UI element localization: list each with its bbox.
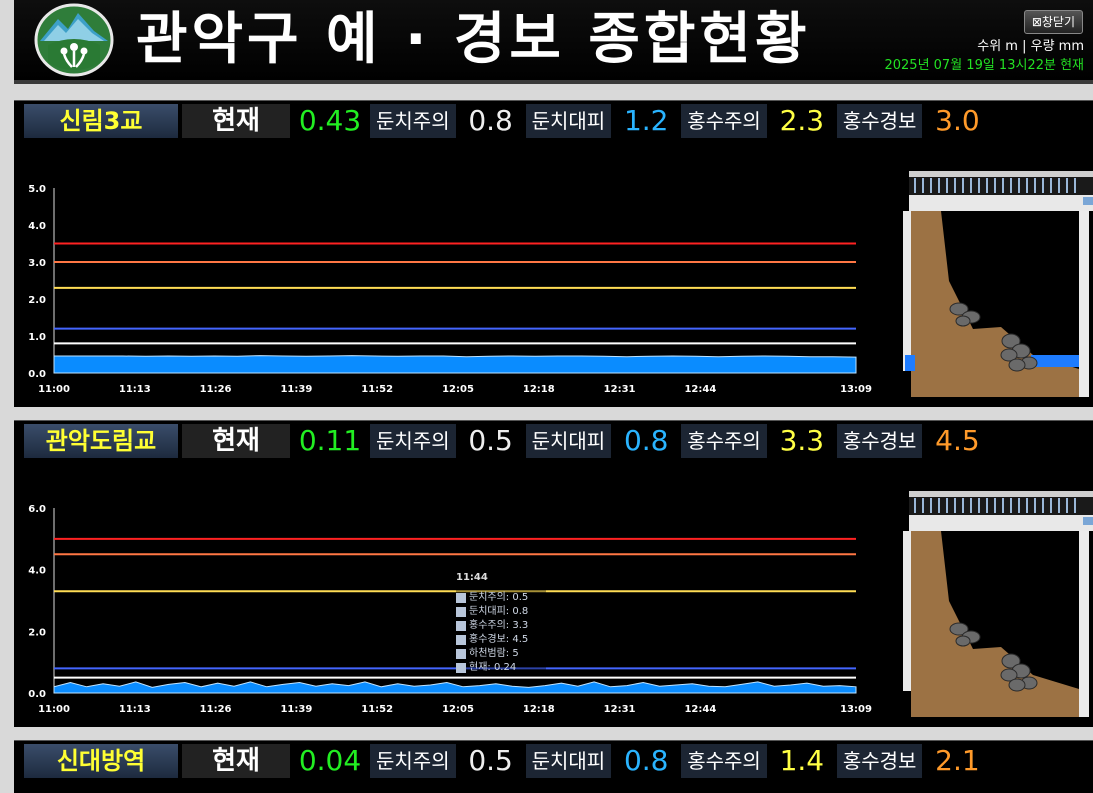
tooltip-text: 홍수주의: 3.3 [469, 620, 529, 631]
y-tick-label: 6.0 [28, 504, 46, 515]
tooltip-row: 현재: 0.24 [456, 661, 546, 675]
current-value: 0.43 [298, 104, 362, 137]
station-panel-gwanakdorim: 관악도림교 현재 0.11 둔치주의 0.5 둔치대피 0.8 홍수주의 3.3… [14, 420, 1093, 727]
flood-warning-value: 2.1 [935, 744, 980, 777]
current-label: 현재 [182, 744, 290, 778]
y-tick-label: 2.0 [28, 627, 46, 638]
evacuation-label: 둔치대피 [525, 104, 612, 138]
tooltip-row: 홍수경보: 4.5 [456, 633, 546, 647]
attention-label: 둔치주의 [370, 424, 456, 458]
y-tick-label: 2.0 [28, 295, 46, 306]
x-tick-label: 13:09 [840, 384, 872, 395]
attention-value: 0.8 [468, 104, 513, 137]
evacuation-label: 둔치대피 [525, 424, 612, 458]
tooltip-row: 하천범람: 5 [456, 647, 546, 661]
y-tick-label: 0.0 [28, 689, 46, 700]
y-tick-label: 4.0 [28, 221, 46, 232]
water-level-chart[interactable]: 0.0 1.0 2.0 3.0 4.0 5.0 11:00 11:13 11:26 11:39 11… [14, 141, 883, 407]
station-panel-sillim3: 신림3교 현재 0.43 둔치주의 0.8 둔치대피 1.2 홍수주의 2.3 … [14, 100, 1093, 407]
y-tick-label: 3.0 [28, 258, 46, 269]
chart-tooltip: 11:44 둔치주의: 0.5 둔치대피: 0.8 홍수주의: 3.3 홍수경보… [456, 571, 546, 675]
bridge-diagram-icon [883, 461, 1093, 717]
tooltip-text: 둔치대피: 0.8 [469, 606, 529, 617]
x-tick-label: 11:13 [119, 384, 151, 395]
x-tick-label: 11:26 [200, 384, 232, 395]
info-bar: 신림3교 현재 0.43 둔치주의 0.8 둔치대피 1.2 홍수주의 2.3 … [24, 103, 1093, 139]
bridge-diagram-icon [883, 141, 1093, 397]
current-label: 현재 [182, 104, 290, 138]
tooltip-row: 홍수주의: 3.3 [456, 619, 546, 633]
station-panel-sindaebang: 신대방역 현재 0.04 둔치주의 0.5 둔치대피 0.8 홍수주의 1.4 … [14, 740, 1093, 793]
close-window-button[interactable]: ⊠창닫기 [1023, 10, 1083, 34]
x-tick-label: 12:44 [684, 384, 716, 395]
evacuation-value: 0.8 [623, 744, 669, 777]
attention-label: 둔치주의 [370, 744, 456, 778]
tooltip-row: 둔치주의: 0.5 [456, 591, 546, 605]
tooltip-text: 현재: 0.24 [469, 662, 517, 673]
x-tick-label: 11:00 [38, 384, 70, 395]
x-tick-label: 12:05 [442, 704, 474, 715]
x-tick-label: 12:31 [604, 704, 636, 715]
x-tick-label: 11:00 [38, 704, 70, 715]
flood-warning-value: 4.5 [935, 424, 980, 457]
flood-watch-value: 2.3 [779, 104, 825, 137]
current-label: 현재 [182, 424, 290, 458]
evacuation-label: 둔치대피 [525, 744, 612, 778]
x-tick-label: 12:18 [523, 384, 555, 395]
tooltip-text: 둔치주의: 0.5 [469, 592, 529, 603]
units-label: 수위 m | 우량 mm [977, 39, 1084, 54]
x-tick-label: 11:52 [361, 384, 393, 395]
water-level-area [53, 681, 857, 694]
station-name[interactable]: 신대방역 [24, 744, 178, 778]
x-tick-label: 11:39 [280, 384, 312, 395]
flood-warning-label: 홍수경보 [836, 424, 923, 458]
flood-watch-label: 홍수주의 [681, 424, 767, 458]
station-name[interactable]: 신림3교 [24, 104, 178, 138]
x-tick-label: 11:52 [361, 704, 393, 715]
station-name[interactable]: 관악도림교 [24, 424, 178, 458]
attention-value: 0.5 [468, 424, 513, 457]
evacuation-value: 0.8 [623, 424, 669, 457]
page-title: 관악구 예 · 경보 종합현황 [136, 7, 811, 72]
x-tick-label: 12:18 [523, 704, 555, 715]
y-tick-label: 4.0 [28, 566, 46, 577]
flood-watch-label: 홍수주의 [681, 104, 767, 138]
info-bar: 관악도림교 현재 0.11 둔치주의 0.5 둔치대피 0.8 홍수주의 3.3… [24, 423, 1093, 459]
flood-warning-label: 홍수경보 [836, 104, 923, 138]
tooltip-time: 11:44 [456, 572, 488, 583]
flood-watch-value: 1.4 [779, 744, 825, 777]
x-tick-label: 13:09 [840, 704, 872, 715]
info-bar: 신대방역 현재 0.04 둔치주의 0.5 둔치대피 0.8 홍수주의 1.4 … [24, 743, 1093, 779]
tooltip-row: 둔치대피: 0.8 [456, 605, 546, 619]
flood-watch-value: 3.3 [779, 424, 825, 457]
x-tick-label: 11:13 [119, 704, 151, 715]
y-tick-label: 0.0 [28, 369, 46, 380]
x-tick-label: 12:44 [684, 704, 716, 715]
gwanak-logo-icon [34, 3, 114, 77]
current-value: 0.04 [298, 744, 362, 777]
flood-watch-label: 홍수주의 [681, 744, 767, 778]
current-datetime: 2025년 07월 19일 13시22분 현재 [884, 58, 1084, 73]
y-tick-label: 1.0 [28, 332, 46, 343]
tooltip-text: 홍수경보: 4.5 [469, 634, 529, 645]
current-value: 0.11 [298, 424, 362, 457]
header: 관악구 예 · 경보 종합현황 ⊠창닫기 수위 m | 우량 mm 2025년 … [14, 0, 1093, 84]
tooltip-text: 하천범람: 5 [469, 648, 519, 659]
water-level-chart[interactable]: 0.0 2.0 4.0 6.0 11:00 11:13 11:26 11:39 11:52 12:… [14, 461, 883, 727]
attention-value: 0.5 [468, 744, 513, 777]
water-level-area [53, 355, 857, 374]
x-tick-label: 12:31 [604, 384, 636, 395]
x-tick-label: 12:05 [442, 384, 474, 395]
x-tick-label: 11:26 [200, 704, 232, 715]
y-tick-label: 5.0 [28, 184, 46, 195]
attention-label: 둔치주의 [370, 104, 456, 138]
flood-warning-value: 3.0 [935, 104, 980, 137]
flood-warning-label: 홍수경보 [836, 744, 923, 778]
x-tick-label: 11:39 [280, 704, 312, 715]
evacuation-value: 1.2 [623, 104, 669, 137]
